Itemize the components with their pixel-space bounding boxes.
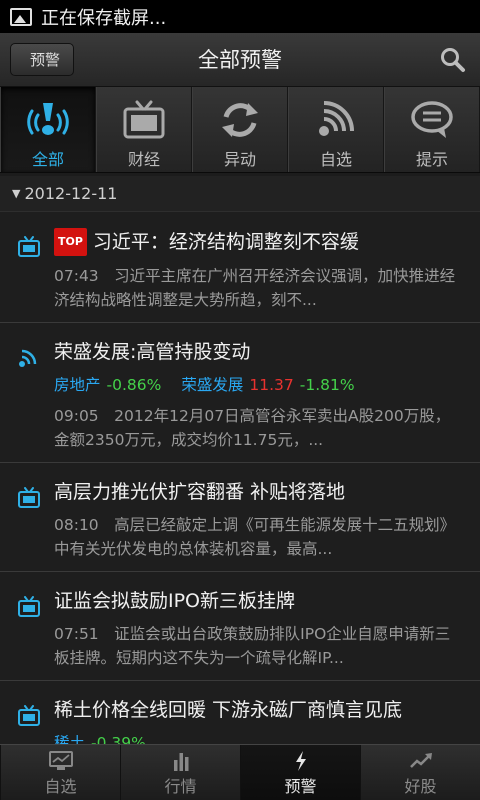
- signal-wave-icon: [319, 101, 354, 136]
- list-item[interactable]: TOP 习近平：经济结构调整刻不容缓 07:43 习近平主席在广州召开经济会议强调…: [0, 212, 480, 323]
- refresh-cycle-icon: [222, 103, 258, 137]
- tab-good-stocks[interactable]: 好股: [360, 745, 480, 800]
- trend-up-icon: [409, 753, 432, 768]
- top-badge: TOP: [54, 228, 87, 256]
- lightning-icon: [295, 751, 306, 771]
- tab-tips[interactable]: 提示: [384, 87, 480, 172]
- tv-icon: [123, 100, 165, 139]
- list-item[interactable]: 高层力推光伏扩容翻番 补贴将落地 08:10 高层已经敲定上调《可再生能源发展十…: [0, 463, 480, 572]
- date-label: 2012-12-11: [24, 184, 118, 203]
- news-summary: 08:10 高层已经敲定上调《可再生能源发展十二五规划》中有关光伏发电的总体装机…: [54, 516, 456, 558]
- stock-tags: 稀土 -0.39%: [54, 732, 462, 744]
- news-title: 稀土价格全线回暖 下游永磁厂商慎言见底: [54, 699, 403, 721]
- tab-my-stocks-label: 自选: [44, 777, 77, 796]
- tab-finance-label: 财经: [127, 150, 160, 169]
- tv-icon: [18, 236, 40, 257]
- sector-tag[interactable]: 房地产: [54, 376, 101, 394]
- sector-tag[interactable]: 稀土: [54, 734, 85, 744]
- tab-all-label: 全部: [31, 150, 64, 169]
- bottom-tab-bar: 自选 行情 预警 好股: [0, 744, 480, 800]
- title-bar: 全部预警 预警: [0, 33, 480, 87]
- tab-movement[interactable]: 异动: [192, 87, 288, 172]
- news-title: TOP 习近平：经济结构调整刻不容缓: [54, 228, 462, 256]
- search-icon[interactable]: [440, 47, 466, 73]
- tab-watchlist-label: 自选: [319, 150, 352, 169]
- list-item[interactable]: 稀土价格全线回暖 下游永磁厂商慎言见底 稀土 -0.39%: [0, 681, 480, 744]
- screenshot-image-icon: [10, 7, 32, 26]
- sector-change: -0.86%: [106, 376, 162, 394]
- tab-market-label: 行情: [164, 777, 197, 796]
- status-bar: 正在保存截屏...: [0, 0, 480, 33]
- tab-movement-label: 异动: [223, 150, 256, 169]
- category-tabs: 全部 财经 异动 自选 提示: [0, 87, 480, 173]
- list-item[interactable]: 证监会拟鼓励IPO新三板挂牌 07:51 证监会或出台政策鼓励排队IPO企业自愿…: [0, 572, 480, 681]
- monitor-icon: [48, 751, 73, 770]
- news-summary: 09:05 2012年12月07日高管谷永军卖出A股200万股，金额2350万元…: [54, 407, 451, 449]
- speech-bubble-icon: [411, 101, 453, 138]
- status-text: 正在保存截屏...: [41, 7, 167, 29]
- tab-market[interactable]: 行情: [120, 745, 240, 800]
- signal-wave-icon: [19, 349, 37, 367]
- news-list[interactable]: TOP 习近平：经济结构调整刻不容缓 07:43 习近平主席在广州召开经济会议强调…: [0, 212, 480, 744]
- stock-change: -1.81%: [299, 376, 355, 394]
- chevron-down-icon: ▼: [12, 187, 21, 200]
- news-title: 证监会拟鼓励IPO新三板挂牌: [54, 590, 296, 612]
- tab-my-stocks[interactable]: 自选: [0, 745, 120, 800]
- stock-tags: 房地产 -0.86% 荣盛发展 11.37 -1.81%: [54, 374, 462, 396]
- tab-finance[interactable]: 财经: [96, 87, 192, 172]
- stock-price: 11.37: [249, 376, 294, 394]
- tab-alerts[interactable]: 预警: [240, 745, 360, 800]
- news-summary: 07:43 习近平主席在广州召开经济会议强调，加快推进经济结构战略性调整是大势所…: [54, 267, 456, 309]
- alarm-beacon-icon: [27, 103, 69, 135]
- date-header[interactable]: ▼ 2012-12-11: [0, 176, 480, 212]
- tv-icon: [18, 705, 40, 726]
- tv-icon: [18, 487, 40, 508]
- tab-watchlist[interactable]: 自选: [288, 87, 384, 172]
- tab-good-stocks-label: 好股: [404, 777, 437, 796]
- news-title: 荣盛发展:高管持股变动: [54, 341, 251, 363]
- bar-chart-icon: [173, 753, 188, 771]
- news-title: 高层力推光伏扩容翻番 补贴将落地: [54, 481, 346, 503]
- news-summary: 07:51 证监会或出台政策鼓励排队IPO企业自愿申请新三板挂牌。短期内这不失为…: [54, 625, 451, 667]
- tv-icon: [18, 596, 40, 617]
- stock-tag[interactable]: 荣盛发展: [181, 376, 243, 394]
- back-button[interactable]: 预警: [10, 43, 74, 76]
- tab-tips-label: 提示: [415, 150, 448, 169]
- list-item[interactable]: 荣盛发展:高管持股变动 房地产 -0.86% 荣盛发展 11.37 -1.81% 09:…: [0, 323, 480, 463]
- tab-alerts-label: 预警: [284, 777, 317, 796]
- sector-change: -0.39%: [91, 734, 146, 744]
- tab-all[interactable]: 全部: [0, 87, 96, 172]
